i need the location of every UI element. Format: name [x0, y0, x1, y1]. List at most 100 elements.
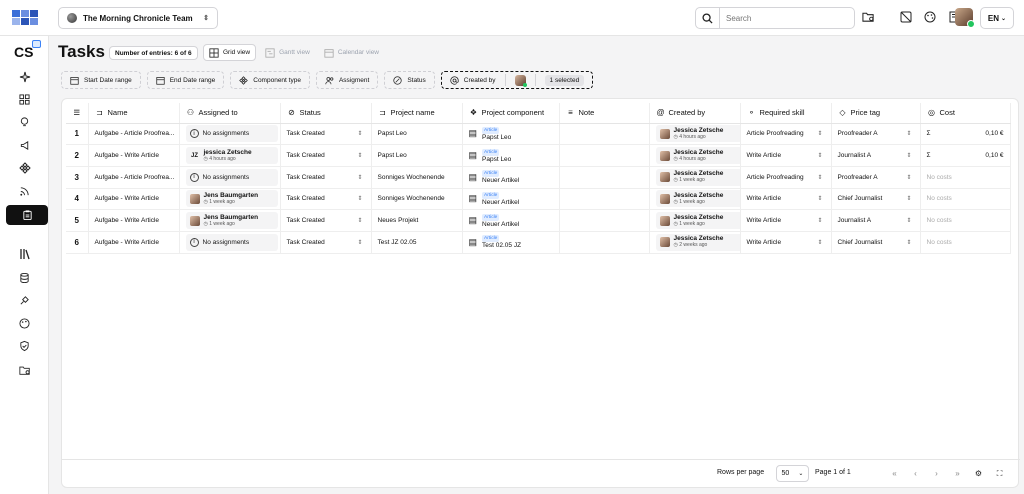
lightbulb-icon[interactable]	[6, 112, 43, 132]
last-page-icon[interactable]: »	[950, 466, 965, 481]
price-tag-cell[interactable]: Proofreader A ⇕	[831, 166, 921, 189]
assigned-cell[interactable]: i No assignments	[179, 231, 281, 254]
library-icon[interactable]	[6, 244, 43, 264]
assignee-chip[interactable]: i No assignments	[185, 168, 278, 186]
skill-cell[interactable]: Article Proofreading ⇕	[740, 166, 832, 189]
status-cell[interactable]: Task Created ⇕	[280, 123, 372, 146]
folder-search-icon[interactable]	[860, 9, 876, 25]
column-header-component[interactable]: ❖ Project component	[462, 103, 560, 124]
project-name[interactable]: Sonniges Wochenende	[371, 188, 463, 211]
assigned-cell[interactable]: Jens Baumgarten ◷ 1 week ago	[179, 188, 281, 211]
created-by-cell[interactable]: Jessica Zetsche ◷ 4 hours ago	[649, 123, 741, 146]
column-header-assigned[interactable]: ⚇ Assigned to	[179, 103, 281, 124]
component-cell[interactable]: ▤ Article Neuer Artikel	[462, 166, 560, 189]
shield-icon[interactable]	[6, 336, 43, 356]
app-logo[interactable]	[12, 10, 38, 25]
note-cell[interactable]	[559, 166, 650, 189]
filter-component-type[interactable]: Component type	[230, 71, 310, 89]
skill-cell[interactable]: Write Article ⇕	[740, 144, 832, 167]
assigned-cell[interactable]: i No assignments	[179, 166, 281, 189]
price-tag-cell[interactable]: Journalist A ⇕	[831, 209, 921, 232]
assignee-chip[interactable]: Jens Baumgarten ◷ 1 week ago	[185, 190, 278, 208]
creator-chip[interactable]: Jessica Zetsche ◷ 1 week ago	[655, 168, 739, 186]
table-row[interactable]: 1 Aufgabe - Article Proofrea... i No assi…	[66, 123, 1011, 146]
status-cell[interactable]: Task Created ⇕	[280, 209, 372, 232]
palette-icon[interactable]	[922, 9, 938, 25]
status-cell[interactable]: Task Created ⇕	[280, 188, 372, 211]
creator-chip[interactable]: Jessica Zetsche ◷ 1 week ago	[655, 212, 739, 230]
note-cell[interactable]	[559, 188, 650, 211]
price-tag-cell[interactable]: Chief Journalist ⇕	[831, 188, 921, 211]
search-box[interactable]	[695, 7, 855, 29]
creator-chip[interactable]: Jessica Zetsche ◷ 1 week ago	[655, 190, 739, 208]
assigned-cell[interactable]: JZ jessica Zetsche ◷ 4 hours ago	[179, 144, 281, 167]
project-name[interactable]: Papst Leo	[371, 123, 463, 146]
project-name[interactable]: Papst Leo	[371, 144, 463, 167]
skill-cell[interactable]: Write Article ⇕	[740, 231, 832, 254]
table-row[interactable]: 3 Aufgabe - Article Proofrea... i No assi…	[66, 166, 1011, 189]
column-header-price-tag[interactable]: ◇ Price tag	[831, 103, 921, 124]
table-row[interactable]: 2 Aufgabe - Write Article JZ jessica Zet…	[66, 144, 1011, 167]
column-header-skill[interactable]: ⚬ Required skill	[740, 103, 832, 124]
assignee-chip[interactable]: i No assignments	[185, 233, 278, 251]
folder-search-icon[interactable]	[6, 360, 43, 380]
column-header-created-by[interactable]: @ Created by	[649, 103, 741, 124]
task-name[interactable]: Aufgabe - Write Article	[88, 209, 180, 232]
table-row[interactable]: 6 Aufgabe - Write Article i No assignment…	[66, 231, 1011, 254]
price-tag-cell[interactable]: Chief Journalist ⇕	[831, 231, 921, 254]
note-cell[interactable]	[559, 209, 650, 232]
created-by-cell[interactable]: Jessica Zetsche ◷ 4 hours ago	[649, 144, 741, 167]
palette-icon[interactable]	[6, 313, 43, 333]
task-name[interactable]: Aufgabe - Article Proofrea...	[88, 166, 180, 189]
creator-chip[interactable]: Jessica Zetsche ◷ 2 weeks ago	[655, 233, 739, 251]
creator-chip[interactable]: Jessica Zetsche ◷ 4 hours ago	[655, 125, 739, 143]
assignee-chip[interactable]: JZ jessica Zetsche ◷ 4 hours ago	[185, 147, 278, 165]
search-icon[interactable]	[696, 8, 720, 28]
filter-created-by[interactable]: Created by 1 selected	[440, 71, 594, 89]
note-cell[interactable]	[559, 231, 650, 254]
column-header-project[interactable]: ⊐ Project name	[371, 103, 463, 124]
first-page-icon[interactable]: «	[887, 466, 902, 481]
skill-cell[interactable]: Article Proofreading ⇕	[740, 123, 832, 146]
table-row[interactable]: 4 Aufgabe - Write Article Jens Baumgarte…	[66, 188, 1011, 211]
assigned-cell[interactable]: i No assignments	[179, 123, 281, 146]
dashboard-icon[interactable]	[6, 89, 43, 109]
plug-icon[interactable]	[6, 290, 43, 310]
skill-cell[interactable]: Write Article ⇕	[740, 209, 832, 232]
filter-start-date[interactable]: Start Date range	[61, 71, 141, 89]
project-name[interactable]: Sonniges Wochenende	[371, 166, 463, 189]
project-name[interactable]: Test JZ 02.05	[371, 231, 463, 254]
status-cell[interactable]: Task Created ⇕	[280, 166, 372, 189]
database-icon[interactable]	[6, 268, 43, 288]
created-by-cell[interactable]: Jessica Zetsche ◷ 1 week ago	[649, 166, 741, 189]
table-row[interactable]: 5 Aufgabe - Write Article Jens Baumgarte…	[66, 209, 1011, 232]
skill-cell[interactable]: Write Article ⇕	[740, 188, 832, 211]
task-name[interactable]: Aufgabe - Article Proofrea...	[88, 123, 180, 146]
created-by-cell[interactable]: Jessica Zetsche ◷ 2 weeks ago	[649, 231, 741, 254]
task-name[interactable]: Aufgabe - Write Article	[88, 144, 180, 167]
rss-icon[interactable]	[6, 181, 43, 201]
filter-status[interactable]: Status	[384, 71, 435, 89]
team-selector[interactable]: The Morning Chronicle Team ⇕	[58, 7, 218, 29]
column-header-status[interactable]: ⊘ Status	[280, 103, 372, 124]
status-cell[interactable]: Task Created ⇕	[280, 144, 372, 167]
fullscreen-icon[interactable]: ⛶	[992, 466, 1007, 481]
gear-icon[interactable]: ⚙	[971, 466, 986, 481]
clipboard-icon[interactable]	[6, 205, 48, 225]
search-input[interactable]	[720, 13, 840, 23]
prev-page-icon[interactable]: ‹	[908, 466, 923, 481]
column-header-cost[interactable]: ◎ Cost	[920, 103, 1011, 124]
column-header-note[interactable]: ≡ Note	[559, 103, 650, 124]
created-by-cell[interactable]: Jessica Zetsche ◷ 1 week ago	[649, 188, 741, 211]
component-cell[interactable]: ▤ Article Papst Leo	[462, 123, 560, 146]
project-name[interactable]: Neues Projekt	[371, 209, 463, 232]
component-cell[interactable]: ▤ Article Papst Leo	[462, 144, 560, 167]
note-cell[interactable]	[559, 144, 650, 167]
note-cell[interactable]	[559, 123, 650, 146]
next-page-icon[interactable]: ›	[929, 466, 944, 481]
tab-grid-view[interactable]: Grid view	[203, 44, 257, 61]
list-order-icon[interactable]: ☰	[66, 103, 89, 124]
image-off-icon[interactable]	[898, 9, 914, 25]
price-tag-cell[interactable]: Proofreader A ⇕	[831, 123, 921, 146]
tab-gantt-view[interactable]: Gantt view	[260, 44, 315, 61]
